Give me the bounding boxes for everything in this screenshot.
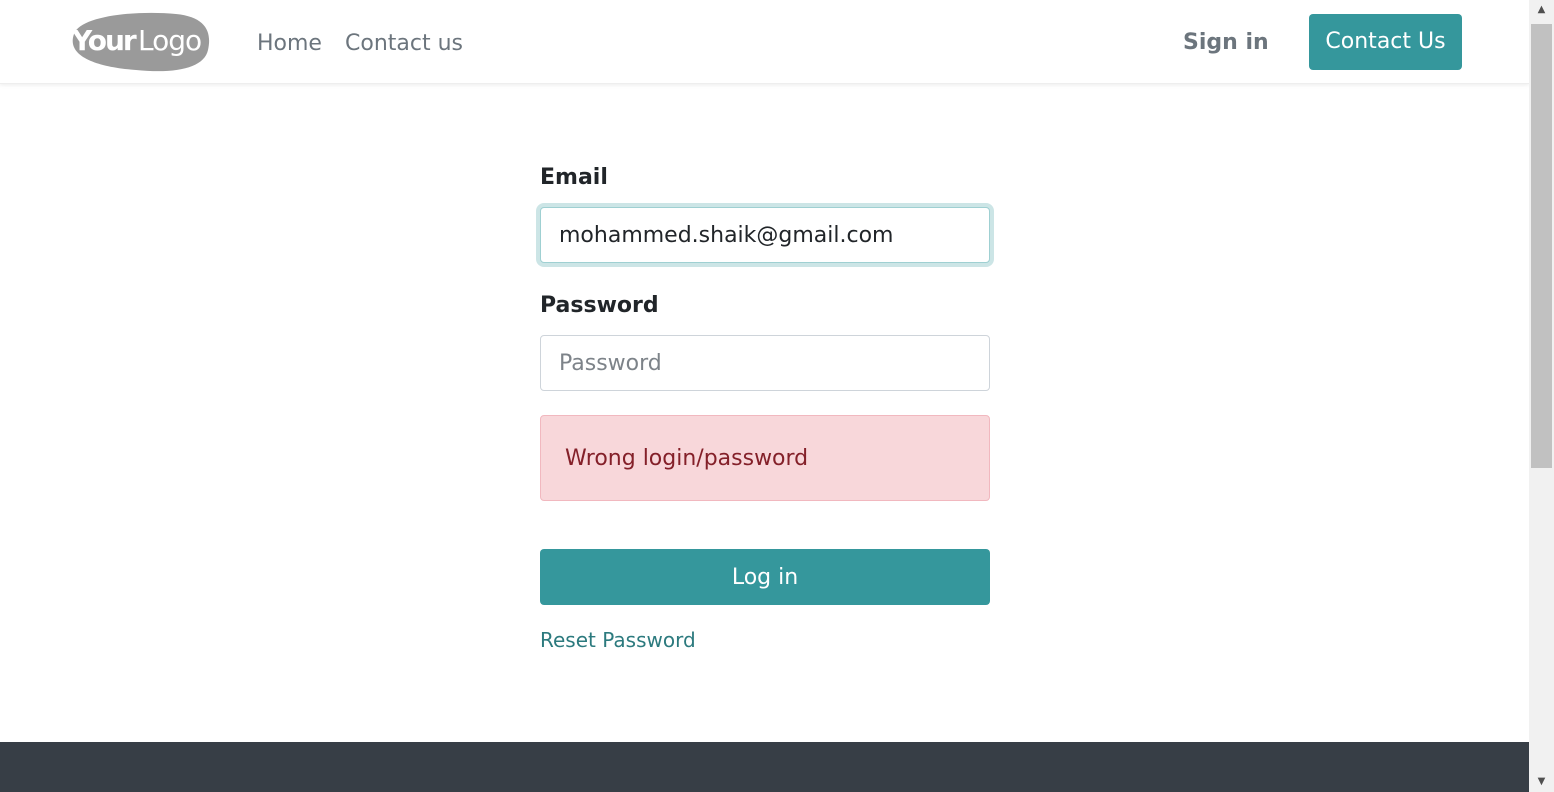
- email-label: Email: [540, 165, 608, 190]
- scroll-down-arrow-icon[interactable]: ▼: [1529, 772, 1554, 792]
- vertical-scrollbar[interactable]: ▲ ▼: [1529, 0, 1554, 792]
- scrollbar-thumb[interactable]: [1531, 24, 1552, 468]
- svg-text:Your: Your: [71, 24, 137, 57]
- password-input[interactable]: [540, 335, 990, 391]
- logo[interactable]: Your Logo: [66, 12, 210, 72]
- sign-in-link[interactable]: Sign in: [1183, 29, 1269, 57]
- page: Your Logo Home Contact us Sign in Contac…: [0, 0, 1554, 792]
- svg-text:Logo: Logo: [138, 24, 201, 57]
- email-input[interactable]: [540, 207, 990, 263]
- site-header: Your Logo Home Contact us Sign in Contac…: [0, 0, 1529, 84]
- logo-image: Your Logo: [71, 12, 210, 72]
- scroll-up-arrow-icon[interactable]: ▲: [1529, 0, 1554, 20]
- site-footer: [0, 742, 1529, 792]
- contact-us-button[interactable]: Contact Us: [1309, 14, 1462, 70]
- password-label: Password: [540, 293, 659, 318]
- reset-password-link[interactable]: Reset Password: [540, 626, 696, 654]
- nav-contact-link[interactable]: Contact us: [345, 30, 463, 58]
- error-alert: Wrong login/password: [540, 415, 990, 501]
- login-button[interactable]: Log in: [540, 549, 990, 605]
- nav-home-link[interactable]: Home: [257, 30, 322, 58]
